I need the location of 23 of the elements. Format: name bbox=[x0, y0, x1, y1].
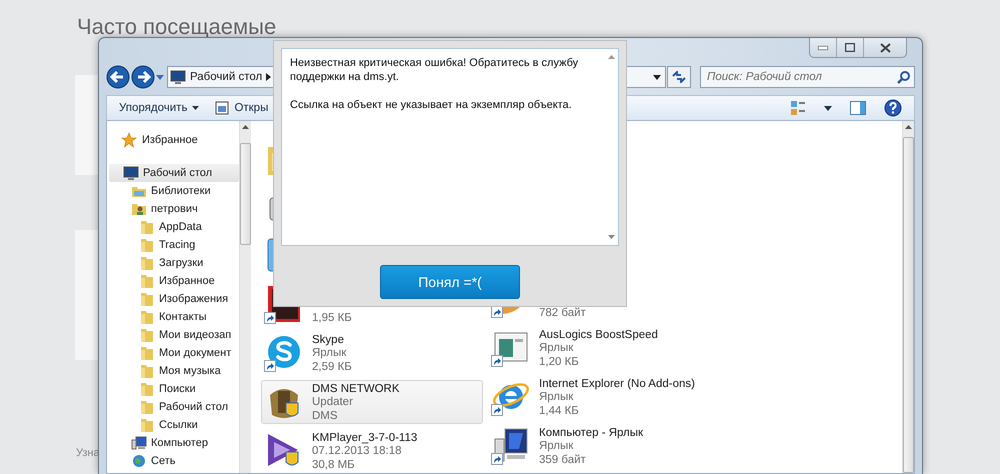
item-text: 359 байт bbox=[539, 454, 587, 467]
error-message: Ссылка на объект не указывает на экземпляр объекта. bbox=[290, 98, 573, 112]
item-text: Updater bbox=[312, 396, 354, 410]
item-text: Ярлык bbox=[539, 440, 574, 454]
item-text: 07.12.2013 18:18 bbox=[312, 445, 403, 459]
section-heading: Часто посещаемые bbox=[77, 14, 276, 40]
item-text: Ярлык bbox=[312, 347, 348, 361]
item-text: 2,59 КБ bbox=[312, 360, 352, 374]
item-text: Компьютер - Ярлык bbox=[539, 426, 644, 440]
item-text: Skype bbox=[312, 334, 345, 348]
item-text: 1,95 КБ bbox=[312, 312, 352, 326]
item-text: 1,44 КБ bbox=[539, 404, 580, 418]
item-text: 30,8 МБ bbox=[312, 458, 356, 472]
item-text: DMS NETWORK bbox=[312, 382, 400, 396]
item-text: Internet Explorer (No Add-ons) bbox=[539, 378, 695, 391]
item-text: Ярлык bbox=[539, 342, 574, 356]
item-text: AusLogics BoostSpeed bbox=[539, 328, 658, 342]
item-text: 782 байт bbox=[539, 306, 586, 320]
error-message: Неизвестная критическая ошибка! Обратитесь в службу поддержки на dms.yt. bbox=[290, 56, 580, 84]
item-text: KMPlayer_3-7-0-113 bbox=[312, 432, 418, 446]
item-text: DMS bbox=[312, 410, 339, 424]
item-text: 1,20 КБ bbox=[539, 356, 580, 369]
item-text: Ярлык bbox=[539, 391, 574, 404]
